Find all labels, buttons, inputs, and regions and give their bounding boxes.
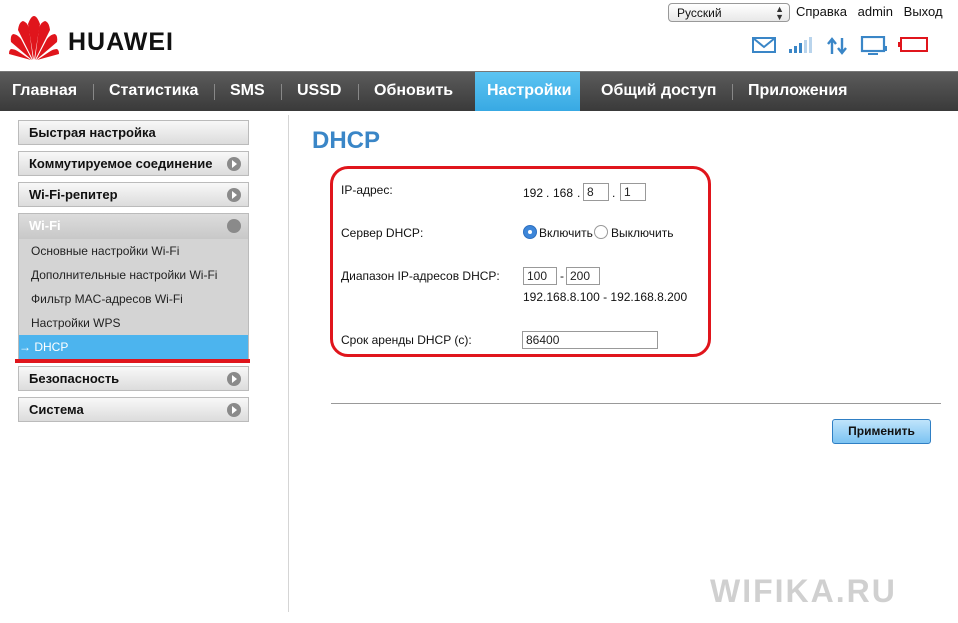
dhcp-enable-label: Включить [539,226,593,240]
arrow-right-icon: → [19,340,31,354]
sidebar-subitem-mac-filter[interactable]: Фильтр MAC-адресов Wi-Fi [19,287,248,311]
dhcp-range-text: 192.168.8.100 - 192.168.8.200 [523,290,688,304]
page-title: DHCP [312,127,381,154]
logout-link[interactable]: Выход [904,4,943,19]
sidebar-item-wifi[interactable]: Wi-Fi [19,214,248,239]
sidebar-item-label: Wi-Fi [29,218,61,233]
ip-part-4-input[interactable]: 1 [620,183,646,201]
dhcp-disable-label: Выключить [611,226,674,240]
dhcp-range-start-input[interactable]: 100 [523,267,557,285]
sidebar-item-label: Безопасность [29,371,120,386]
ip-dot: . [546,186,550,200]
sidebar-item-label: Быстрая настройка [29,125,156,140]
range-dash: - [560,269,564,283]
header: HUAWEI Русский ▲ ▼ Справка admin Выход [0,0,958,70]
vertical-divider [288,115,289,612]
nav-item-home[interactable]: Главная [0,72,89,111]
nav-separator [358,84,359,100]
ip-part-3-input[interactable]: 8 [583,183,609,201]
language-select[interactable]: Русский ▲ ▼ [668,3,790,22]
lease-time-input[interactable]: 86400 [522,331,658,349]
sidebar-subitem-wifi-basic[interactable]: Основные настройки Wi-Fi [19,239,248,263]
nav-item-sms[interactable]: SMS [218,72,277,111]
dhcp-disable-radio[interactable] [594,225,608,239]
nav-item-applications[interactable]: Приложения [736,72,860,111]
dhcp-enable-radio[interactable] [523,225,537,239]
sidebar-group-wifi: Wi-Fi Основные настройки Wi-Fi Дополните… [18,213,249,360]
nav-item-settings[interactable]: Настройки [475,72,580,111]
dhcp-range-end-input[interactable]: 200 [566,267,600,285]
ip-dot: . [612,186,616,200]
highlight-underline [15,359,250,363]
signal-icon [789,37,812,53]
sidebar-item-wifi-repeater[interactable]: Wi-Fi-репитер [18,182,249,207]
sidebar-subitem-dhcp[interactable]: → DHCP [19,335,248,359]
monitor-icon [860,36,887,55]
sidebar-item-security[interactable]: Безопасность [18,366,249,391]
sidebar: Быстрая настройка Коммутируемое соединен… [18,120,249,428]
nav-separator [93,84,94,100]
nav-item-update[interactable]: Обновить [362,72,465,111]
sidebar-item-label: Коммутируемое соединение [29,156,213,171]
sidebar-item-quick-setup[interactable]: Быстрая настройка [18,120,249,145]
mail-icon[interactable] [752,36,776,54]
sidebar-subitem-wifi-advanced[interactable]: Дополнительные настройки Wi-Fi [19,263,248,287]
sidebar-subitem-label: DHCP [34,340,69,354]
watermark: WIFIKA.RU [710,573,897,609]
chevron-right-icon [227,157,241,171]
nav-separator [214,84,215,100]
ip-part-1: 192 [523,186,544,200]
language-select-value: Русский [677,6,722,20]
router-admin-page: HUAWEI Русский ▲ ▼ Справка admin Выход Г… [0,0,958,623]
chevron-right-icon [227,188,241,202]
updown-arrows-icon [827,37,847,55]
sidebar-item-label: Wi-Fi-репитер [29,187,118,202]
ip-address-label: IP-адрес: [341,183,393,197]
dhcp-range-label: Диапазон IP-адресов DHCP: [341,269,500,283]
nav-item-sharing[interactable]: Общий доступ [589,72,728,111]
sidebar-item-dialup[interactable]: Коммутируемое соединение [18,151,249,176]
ip-part-2: 168 [553,186,574,200]
sidebar-item-system[interactable]: Система [18,397,249,422]
nav-item-statistics[interactable]: Статистика [97,72,210,111]
chevron-right-icon [227,403,241,417]
sidebar-subitem-wps[interactable]: Настройки WPS [19,311,248,335]
top-links: Справка admin Выход [796,4,950,19]
main-nav: Главная Статистика SMS USSD Обновить Нас… [0,71,958,111]
user-name: admin [857,4,894,19]
dhcp-server-label: Сервер DHCP: [341,226,424,240]
help-link[interactable]: Справка [796,4,847,19]
form-divider [331,403,941,404]
huawei-logo-icon [9,16,59,60]
sidebar-item-label: Система [29,402,84,417]
nav-item-ussd[interactable]: USSD [285,72,353,111]
brand-name: HUAWEI [68,28,174,56]
apply-button[interactable]: Применить [832,419,931,444]
chevron-down-icon [227,219,241,233]
nav-separator [281,84,282,100]
lease-time-label: Срок аренды DHCP (с): [341,333,472,347]
battery-icon [898,37,928,52]
select-arrows-icon: ▲ ▼ [775,4,784,22]
ip-dot: . [577,186,581,200]
chevron-right-icon [227,372,241,386]
nav-separator [732,84,733,100]
